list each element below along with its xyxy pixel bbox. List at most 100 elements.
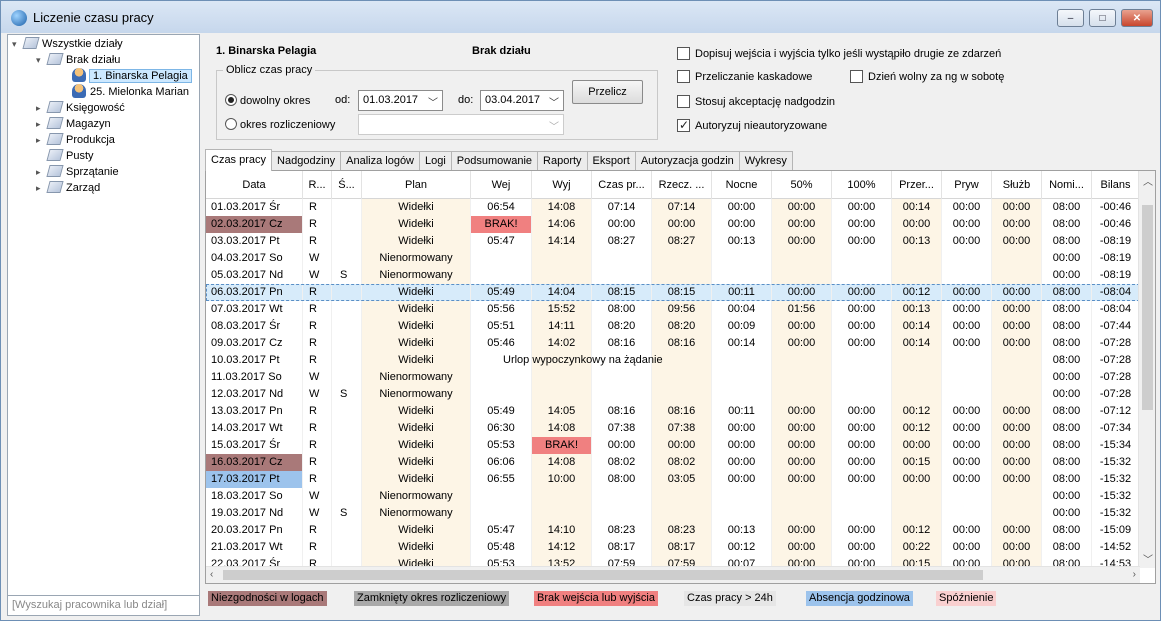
column-header[interactable]: Data [206,171,303,199]
scroll-up-icon[interactable]: ︿ [1143,173,1153,188]
column-header[interactable]: Nocne [712,171,772,199]
table-row[interactable]: 01.03.2017 Śr R Widełki 06:54 14:08 07:14 07:1… [206,199,1140,216]
table-row[interactable]: 09.03.2017 Cz R Widełki 05:46 14:02 08:16 08:1… [206,335,1140,352]
table-row[interactable]: 19.03.2017 Nd W S Nienormowany 00:00 -15:32 [206,505,1140,522]
expand-arrow-icon[interactable]: ▸ [36,132,48,148]
column-header[interactable]: Wej [471,171,532,199]
checkbox-icon [677,47,690,60]
close-button[interactable]: ✕ [1121,9,1153,27]
checkbox-write-events[interactable]: Dopisuj wejścia i wyjścia tylko jeśli wy… [677,47,1001,60]
column-header[interactable]: 100% [832,171,892,199]
expand-arrow-icon[interactable]: ▸ [36,164,48,180]
table-row[interactable]: 14.03.2017 Wt R Widełki 06:30 14:08 07:38 07:3… [206,420,1140,437]
tree-item-department[interactable]: Pusty [36,148,94,164]
tab-logi[interactable]: Logi [419,151,452,171]
tree-item-department[interactable]: ▸ Zarząd [36,180,100,196]
tree-item-employee[interactable]: 25. Mielonka Marian [72,84,189,100]
time-grid[interactable]: Data R... Ś... Plan Wej Wyj Czas pr... Rzecz. .… [205,170,1156,584]
column-header[interactable]: Nomi... [1042,171,1092,199]
tree-item-department[interactable]: ▸ Produkcja [36,132,115,148]
checkbox-overtime-accept[interactable]: Stosuj akceptację nadgodzin [677,95,835,108]
expand-arrow-icon[interactable]: ▸ [36,180,48,196]
recalculate-button[interactable]: Przelicz [572,80,643,104]
scroll-right-icon[interactable]: › [1133,569,1136,580]
table-row[interactable]: 10.03.2017 Pt R Widełki 08:00 -07:28 [206,352,1140,369]
department-tree[interactable]: ▾ Wszystkie działy ▾ Brak działu 1. Binars… [7,34,200,616]
table-cell [832,267,892,284]
table-row[interactable]: 17.03.2017 Pt R Widełki 06:55 10:00 08:00 03:0… [206,471,1140,488]
maximize-button[interactable]: □ [1089,9,1116,27]
settlement-period-select[interactable]: ﹀ [358,114,564,135]
radio-settlement-period[interactable]: okres rozliczeniowy [225,118,335,131]
column-header[interactable]: Bilans [1092,171,1140,199]
tab-podsumowanie[interactable]: Podsumowanie [450,151,539,171]
tab-raporty[interactable]: Raporty [537,151,588,171]
column-header[interactable]: Plan [362,171,471,199]
tree-item-department[interactable]: ▸ Księgowość [36,100,125,116]
table-row[interactable]: 13.03.2017 Pn R Widełki 05:49 14:05 08:16 08:1… [206,403,1140,420]
table-row[interactable]: 03.03.2017 Pt R Widełki 05:47 14:14 08:27 08:2… [206,233,1140,250]
table-row[interactable]: 05.03.2017 Nd W S Nienormowany 00:00 -08:19 [206,267,1140,284]
date-to-select[interactable]: 03.04.2017 ﹀ [480,90,564,111]
scroll-down-icon[interactable]: ﹀ [1143,551,1153,566]
table-row[interactable]: 08.03.2017 Śr R Widełki 05:51 14:11 08:20 08:2… [206,318,1140,335]
table-cell: 00:00 [942,284,992,301]
expand-arrow-icon[interactable]: ▸ [36,116,48,132]
tab-wykresy[interactable]: Wykresy [738,151,793,171]
column-header[interactable]: Ś... [332,171,362,199]
date-from-select[interactable]: 01.03.2017 ﹀ [358,90,443,111]
scroll-left-icon[interactable]: ‹ [210,569,213,580]
table-row[interactable]: 04.03.2017 So W Nienormowany 00:00 -08:19 [206,250,1140,267]
table-row[interactable]: 11.03.2017 So W Nienormowany 00:00 -07:28 [206,369,1140,386]
tree-item-department[interactable]: ▸ Magazyn [36,116,111,132]
tab-analiza-logow[interactable]: Analiza logów [340,151,420,171]
column-header[interactable]: 50% [772,171,832,199]
tree-item-all[interactable]: ▾ Wszystkie działy [12,36,123,52]
tab-czas-pracy[interactable]: Czas pracy [205,149,273,171]
table-cell: Nienormowany [362,369,471,386]
tree-item-department[interactable]: ▸ Sprzątanie [36,164,119,180]
table-cell: 00:00 [832,522,892,539]
minimize-button[interactable]: – [1057,9,1084,27]
table-row[interactable]: 02.03.2017 Cz R Widełki BRAK! 14:06 00:00 00:0… [206,216,1140,233]
table-row[interactable]: 18.03.2017 So W Nienormowany 00:00 -15:32 [206,488,1140,505]
table-row[interactable]: 07.03.2017 Wt R Widełki 05:56 15:52 08:00 09:5… [206,301,1140,318]
column-header[interactable]: Służb [992,171,1042,199]
column-header[interactable]: Przer... [892,171,942,199]
column-header[interactable]: Czas pr... [592,171,652,199]
table-row[interactable]: 21.03.2017 Wt R Widełki 05:48 14:12 08:17 08:1… [206,539,1140,556]
table-cell [772,267,832,284]
tree-item-employee[interactable]: 1. Binarska Pelagia [72,68,192,84]
table-row[interactable]: 20.03.2017 Pn R Widełki 05:47 14:10 08:23 08:2… [206,522,1140,539]
scroll-thumb[interactable] [223,570,983,580]
column-header[interactable]: Pryw [942,171,992,199]
table-cell: 00:13 [892,233,942,250]
collapse-arrow-icon[interactable]: ▾ [36,52,48,68]
vertical-scrollbar[interactable]: ︿ ﹀ [1138,171,1155,568]
radio-icon [225,118,237,130]
checkbox-saturday-off[interactable]: Dzień wolny za ng w sobotę [850,70,1004,83]
to-label: do: [458,94,474,106]
column-header[interactable]: R... [303,171,332,199]
horizontal-scrollbar[interactable]: ‹ › [206,566,1140,583]
tab-autoryzacja[interactable]: Autoryzacja godzin [634,151,740,171]
table-row[interactable]: 12.03.2017 Nd W S Nienormowany 00:00 -07:28 [206,386,1140,403]
radio-free-period[interactable]: dowolny okres [225,94,310,107]
collapse-arrow-icon[interactable]: ▾ [12,36,24,52]
table-row[interactable]: 16.03.2017 Cz R Widełki 06:06 14:08 08:02 08:0… [206,454,1140,471]
checkbox-cascade[interactable]: Przeliczanie kaskadowe [677,70,812,83]
checkbox-authorize[interactable]: Autoryzuj nieautoryzowane [677,118,827,132]
tree-item-brak-dzialu[interactable]: ▾ Brak działu [36,52,120,68]
table-cell: 06:54 [471,199,532,216]
scroll-thumb[interactable] [1142,205,1153,410]
tab-eksport[interactable]: Eksport [586,151,636,171]
search-input[interactable]: [Wyszukaj pracownika lub dział] [8,595,199,615]
table-row[interactable]: 06.03.2017 Pn R Widełki 05:49 14:04 08:15 08:1… [206,284,1140,301]
column-header[interactable]: Wyj [532,171,592,199]
table-cell [652,250,712,267]
tab-nadgodziny[interactable]: Nadgodziny [271,151,342,171]
expand-arrow-icon[interactable]: ▸ [36,100,48,116]
table-row[interactable]: 15.03.2017 Śr R Widełki 05:53 BRAK! 00:00 00:0… [206,437,1140,454]
column-header[interactable]: Rzecz. ... [652,171,712,199]
table-cell [471,386,532,403]
